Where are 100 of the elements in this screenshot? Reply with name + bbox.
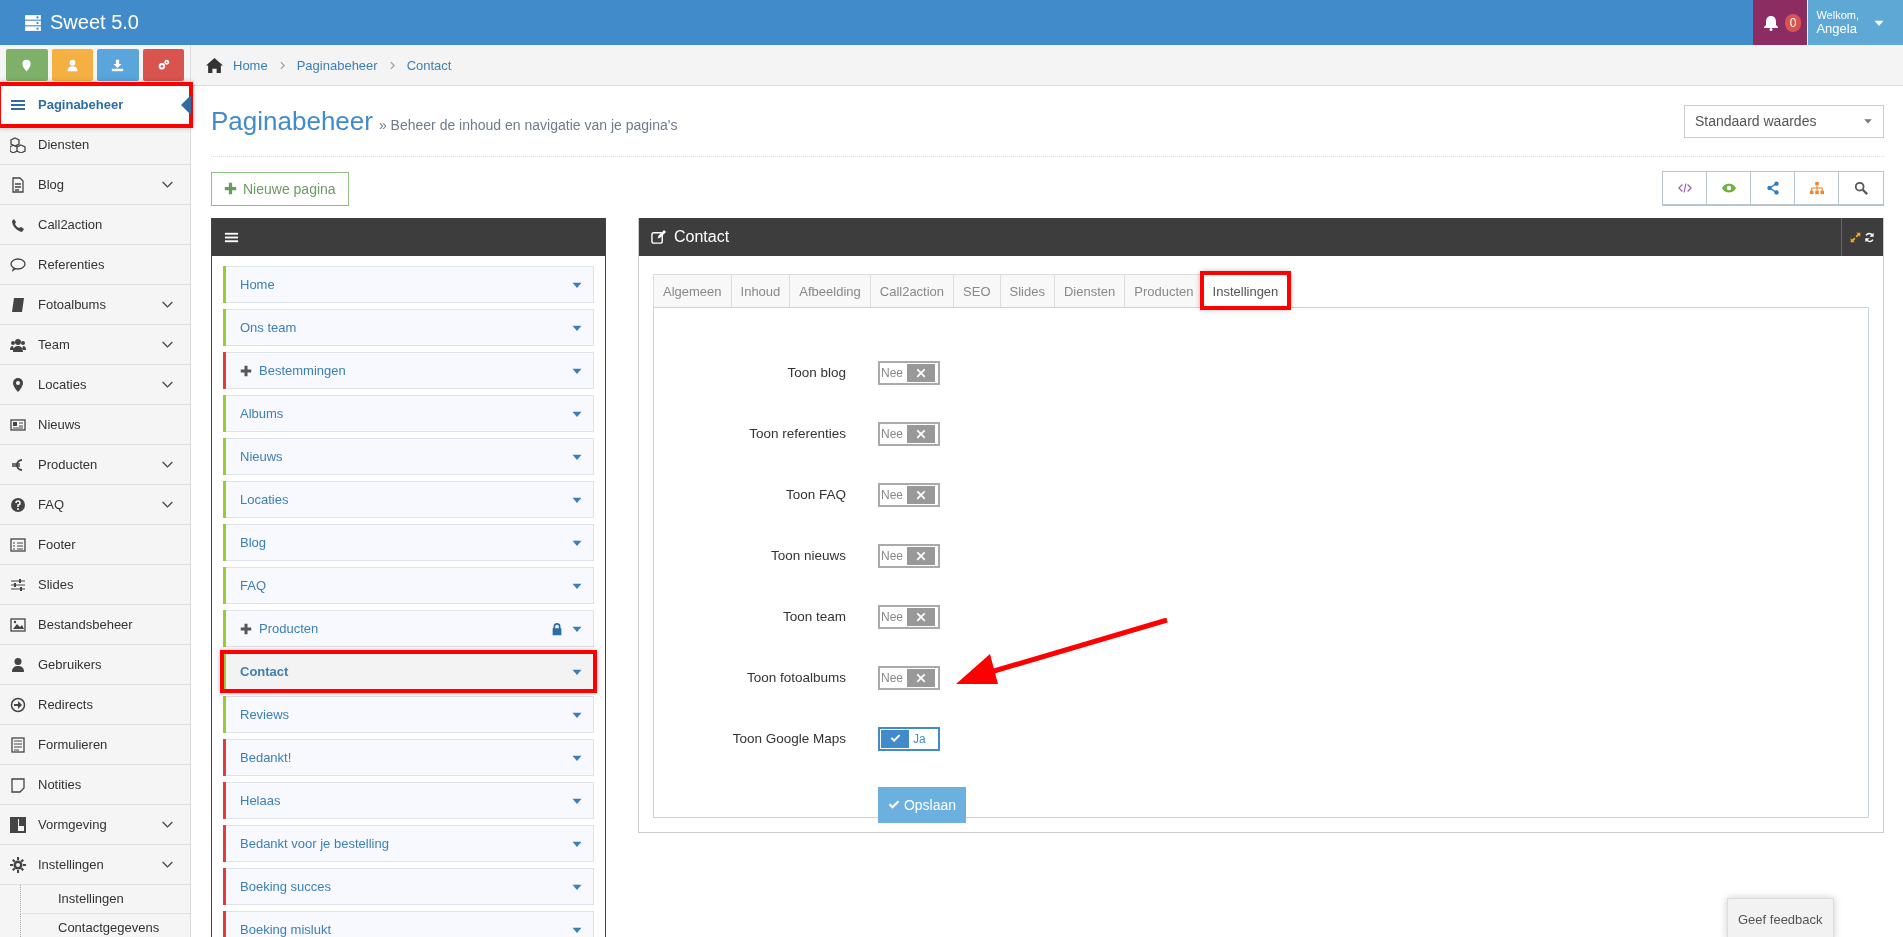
sliders-icon xyxy=(10,576,26,593)
page-tree-item[interactable]: Albums xyxy=(223,395,594,432)
tab[interactable]: Algemeen xyxy=(653,274,732,307)
notifications-button[interactable]: 0 xyxy=(1752,0,1808,45)
page-tree-item[interactable]: Bedankt voor je bestelling xyxy=(223,825,594,862)
close-icon xyxy=(916,550,926,561)
list-icon xyxy=(10,536,26,553)
user-menu[interactable]: Welkom, Angela xyxy=(1807,0,1903,45)
expand-icon xyxy=(1850,231,1861,243)
server-icon xyxy=(24,13,42,32)
page-tree-item[interactable]: Blog xyxy=(223,524,594,561)
sidebar-item[interactable]: Diensten xyxy=(0,125,190,165)
close-icon xyxy=(916,672,926,683)
download-icon xyxy=(111,58,125,72)
setting-label: Toon Google Maps xyxy=(731,731,847,746)
setting-label: Toon FAQ xyxy=(784,487,847,502)
breadcrumb-link[interactable]: Home xyxy=(233,57,268,73)
page-tree-item[interactable]: Nieuws xyxy=(223,438,594,475)
image-icon xyxy=(10,616,26,633)
toggle-switch[interactable]: Nee xyxy=(878,482,940,507)
share-icon xyxy=(1765,181,1780,195)
page-tree-item[interactable]: Locaties xyxy=(223,481,594,518)
page-tree-item[interactable]: Ons team xyxy=(223,309,594,346)
search-icon xyxy=(1854,181,1868,195)
sidebar-subitem[interactable]: Instellingen xyxy=(20,885,190,914)
note-icon xyxy=(10,776,26,793)
tab[interactable]: SEO xyxy=(953,274,1001,307)
toggle-switch[interactable]: Nee xyxy=(878,543,940,568)
setting-label: Toon team xyxy=(781,609,847,624)
quick-action-button[interactable] xyxy=(6,49,48,81)
toggle-switch[interactable]: Nee xyxy=(878,665,940,690)
tab[interactable]: Inhoud xyxy=(730,274,791,307)
page-tree-item[interactable]: Home xyxy=(223,266,594,303)
refresh-icon xyxy=(1864,231,1875,243)
arrow-circle-icon xyxy=(10,696,26,713)
code-icon xyxy=(1677,181,1692,195)
cogs-icon xyxy=(156,58,170,72)
close-icon xyxy=(916,611,926,622)
breadcrumb-link[interactable]: Paginabeheer xyxy=(296,57,378,73)
new-page-button[interactable]: Nieuwe pagina xyxy=(211,171,349,206)
caret-icon xyxy=(1863,116,1873,126)
plus-icon xyxy=(224,182,237,195)
tab[interactable]: Instellingen xyxy=(1202,274,1289,307)
toggle-switch[interactable]: Nee xyxy=(878,360,940,385)
settings-icon xyxy=(10,856,26,873)
sidebar-item[interactable]: Paginabeheer xyxy=(0,85,190,125)
sidebar-subitem[interactable]: Contactgegevens xyxy=(20,914,190,937)
newspaper-icon xyxy=(10,416,26,433)
person-icon xyxy=(65,58,79,72)
save-button[interactable]: Opslaan xyxy=(878,787,966,823)
page-title: Paginabeheer xyxy=(211,105,373,136)
people-icon xyxy=(10,336,26,353)
feedback-button[interactable]: Geef feedback xyxy=(1727,898,1834,937)
eye-icon xyxy=(1721,181,1736,195)
layout-icon xyxy=(10,816,26,833)
page-tree-item[interactable]: Contact xyxy=(223,653,594,690)
page-tree-item[interactable]: FAQ xyxy=(223,567,594,604)
breadcrumb-link[interactable]: Contact xyxy=(406,57,452,73)
map-pin-icon xyxy=(10,376,26,393)
speech-bubble-icon xyxy=(10,256,26,273)
preset-select[interactable]: Standaard waardes xyxy=(1684,104,1884,138)
quick-action-button[interactable] xyxy=(97,49,139,81)
plus-icon xyxy=(240,622,252,635)
plus-icon xyxy=(240,364,252,377)
setting-label: Toon nieuws xyxy=(769,548,847,563)
setting-label: Toon blog xyxy=(786,365,847,380)
page-tree-item[interactable]: Reviews xyxy=(223,696,594,733)
close-icon xyxy=(916,367,926,378)
edit-icon xyxy=(651,229,666,245)
page-tree-item[interactable]: Boeking mislukt xyxy=(223,911,594,937)
tab[interactable]: Diensten xyxy=(1054,274,1126,307)
page-tree-item[interactable]: Bedankt! xyxy=(223,739,594,776)
chevron-icon xyxy=(387,60,397,70)
question-icon xyxy=(10,496,26,513)
home-icon xyxy=(206,56,223,74)
quick-action-button[interactable] xyxy=(142,49,184,81)
notification-count: 0 xyxy=(1784,13,1802,32)
person-icon xyxy=(10,656,26,673)
sitemap-icon xyxy=(1809,181,1824,195)
lock-icon xyxy=(550,621,564,636)
page-subtitle: » Beheer de inhoud en navigatie van je pagina's xyxy=(378,116,678,133)
page-tree-item[interactable]: Helaas xyxy=(223,782,594,819)
close-icon xyxy=(916,489,926,500)
tab[interactable]: Afbeelding xyxy=(789,274,871,307)
document-icon xyxy=(10,176,26,193)
page-tree-item[interactable]: Bestemmingen xyxy=(223,352,594,389)
toggle-switch[interactable]: Nee xyxy=(878,421,940,446)
tab[interactable]: Call2action xyxy=(869,274,955,307)
setting-label: Toon referenties xyxy=(748,426,847,441)
toggle-switch[interactable]: Nee xyxy=(878,604,940,629)
setting-label: Toon fotoalbums xyxy=(745,670,847,685)
toggle-switch[interactable]: Ja xyxy=(878,726,940,751)
bell-icon xyxy=(1762,14,1779,31)
app-title: Sweet 5.0 xyxy=(50,11,139,34)
page-tree-item[interactable]: Boeking succes xyxy=(223,868,594,905)
form-icon xyxy=(10,736,26,753)
quick-action-button[interactable] xyxy=(51,49,93,81)
tab[interactable]: Slides xyxy=(999,274,1055,307)
page-tree-item[interactable]: Producten xyxy=(223,610,594,647)
close-icon xyxy=(916,428,926,439)
